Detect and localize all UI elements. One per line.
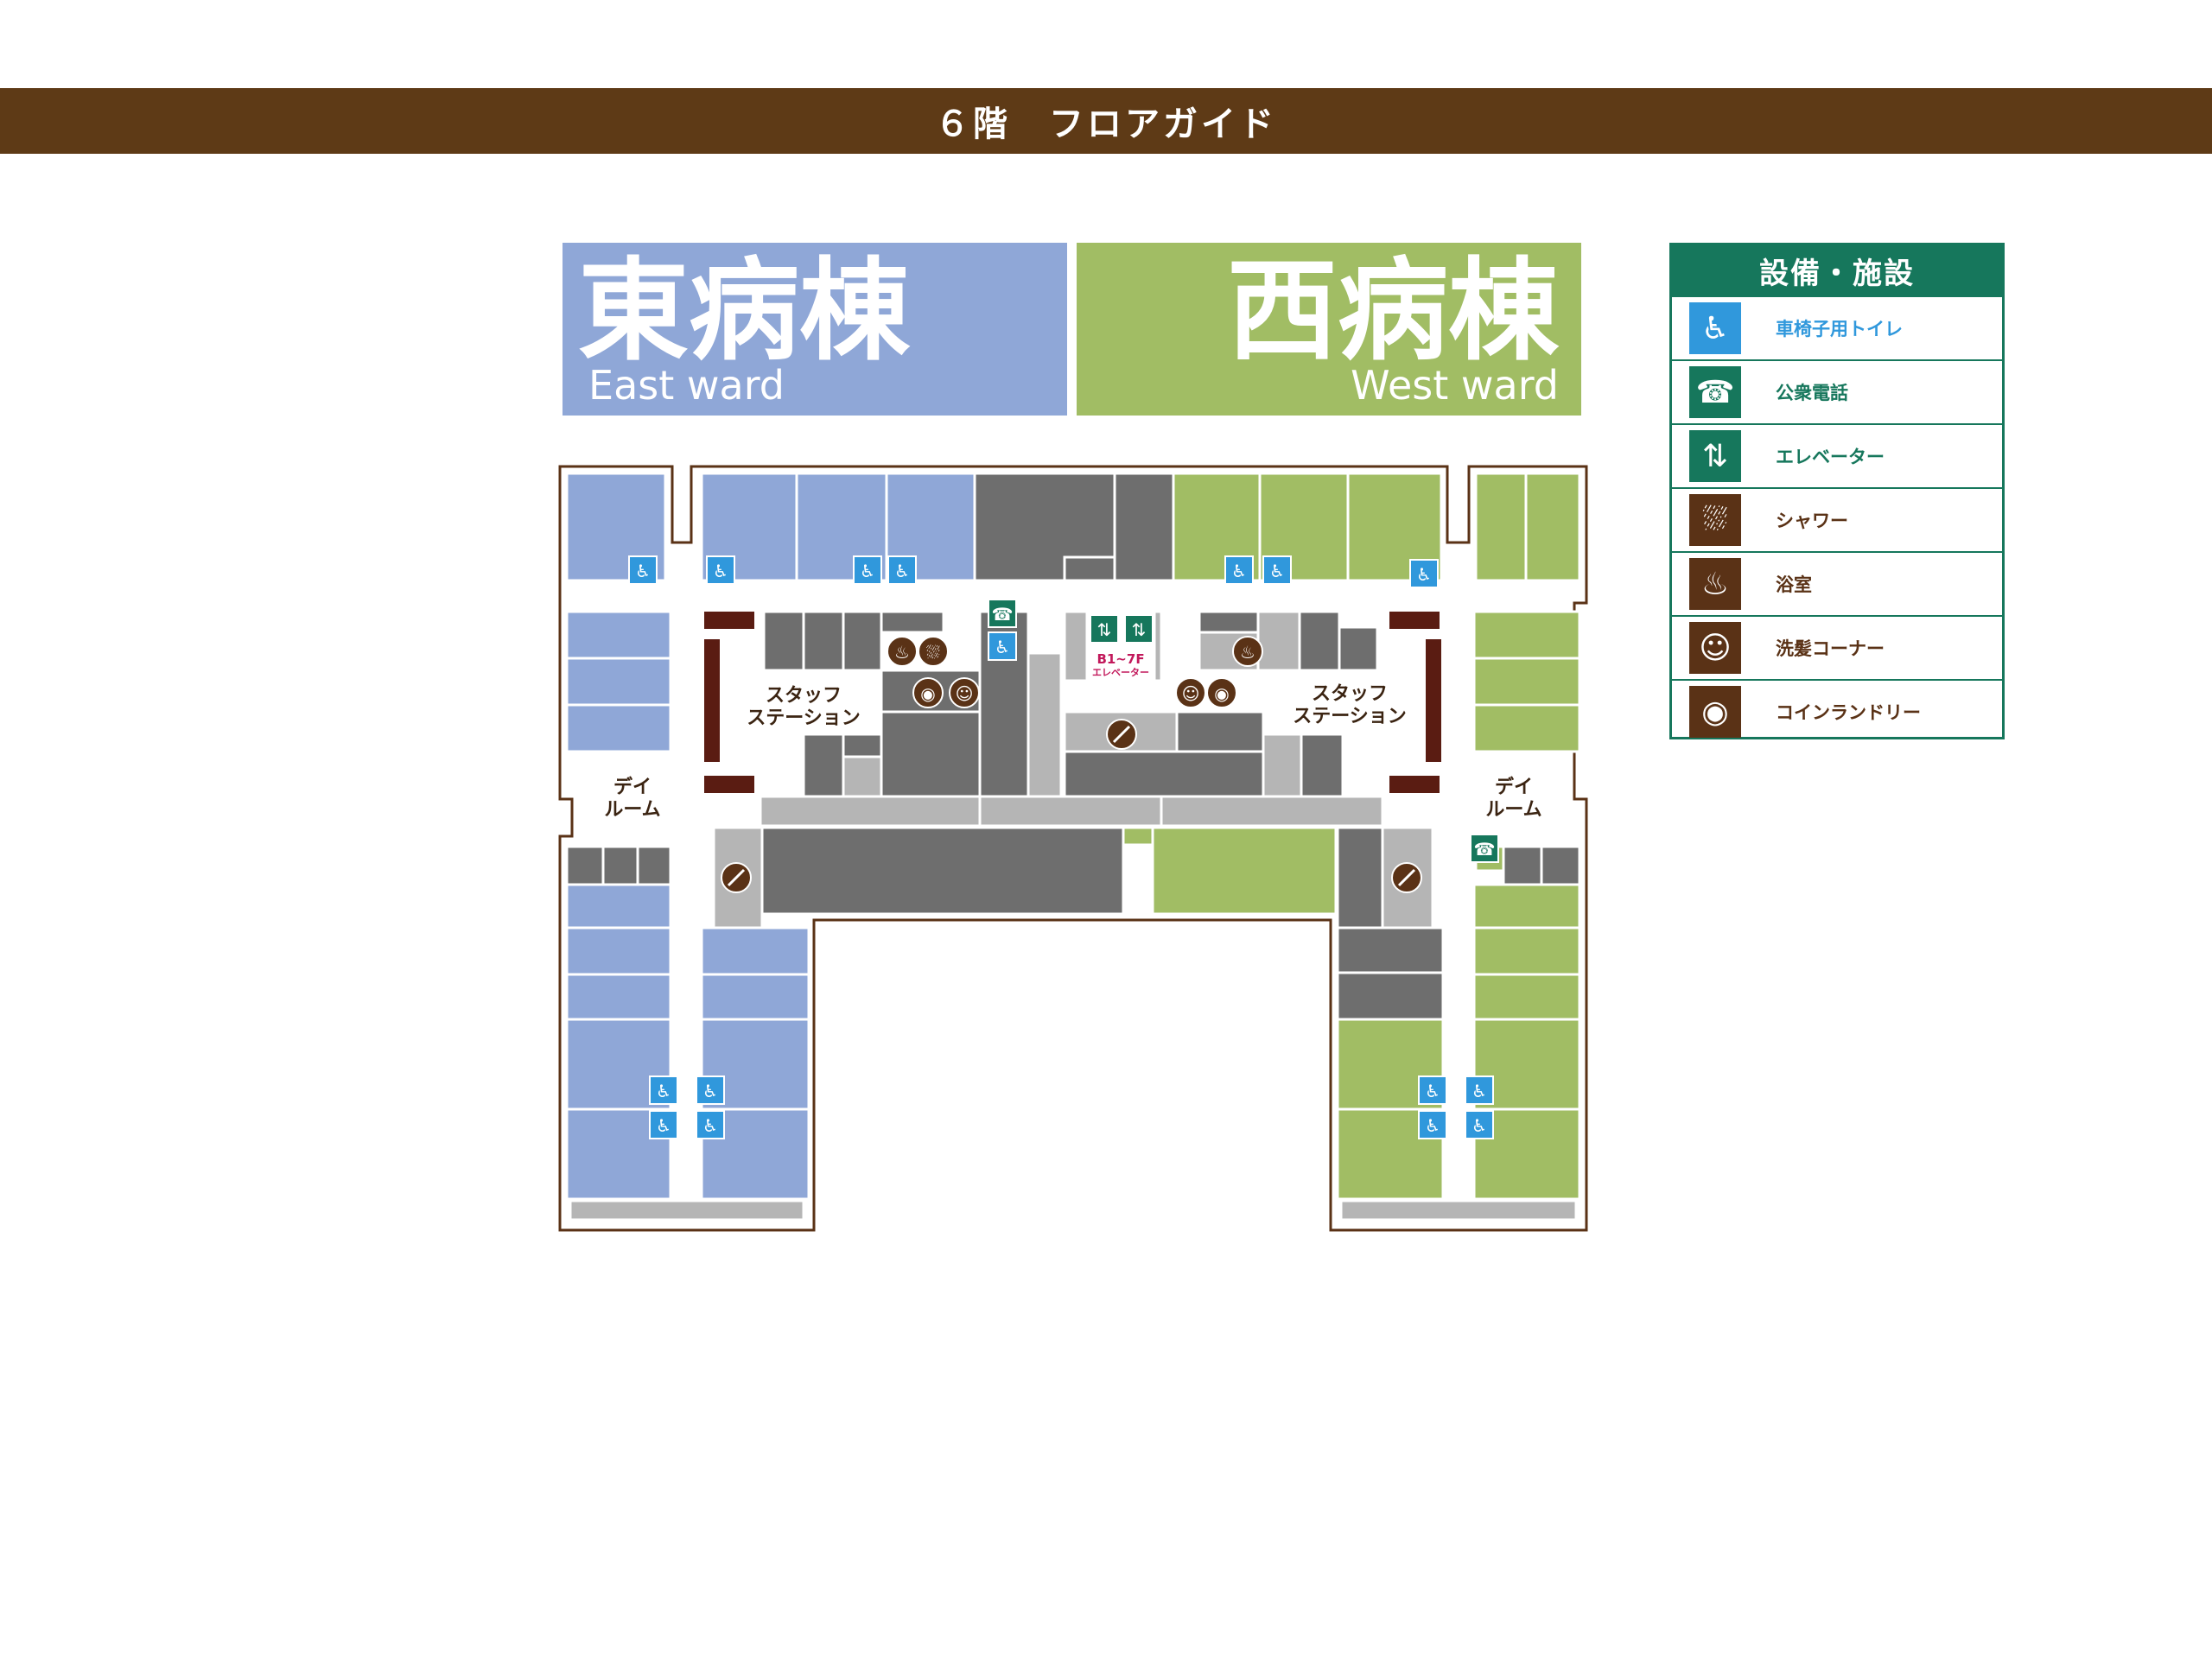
elevator-floors-label: B1~7F (1096, 651, 1144, 667)
west-room (1151, 826, 1338, 916)
dayroom-label: デイ (1495, 776, 1533, 798)
west-balcony (1339, 1199, 1578, 1221)
main-corridor (1160, 795, 1384, 828)
core-room (760, 826, 1125, 916)
hair-wash-icon-glyph: ☺ (1182, 683, 1200, 704)
main-corridor (978, 795, 1163, 828)
east-room (565, 657, 672, 707)
corridor (1256, 610, 1301, 672)
wheelchair-icon-glyph: ♿ (1471, 1081, 1487, 1101)
east-room (565, 973, 672, 1021)
wheelchair-icon-glyph: ♿ (1471, 1115, 1487, 1136)
staff-station-desk (704, 776, 754, 793)
wheelchair-icon-glyph: ♿ (1416, 564, 1432, 585)
east-room (565, 610, 672, 660)
coin-laundry-icon-glyph: ◉ (1214, 683, 1229, 704)
core-room (762, 610, 805, 672)
core-room (1298, 610, 1341, 672)
east-room (565, 703, 672, 753)
floor-map: スタッフステーションスタッフステーションデイルームデイルームB1~7Fエレベータ… (558, 465, 1588, 1232)
dayroom-label: ルーム (1485, 799, 1541, 821)
core-room (601, 845, 639, 886)
east-room (700, 973, 810, 1021)
staff-station-desk (1389, 612, 1440, 629)
west-room (1474, 472, 1528, 582)
east-room (565, 883, 672, 930)
elevator-label: エレベーター (1092, 667, 1149, 678)
west-room (1122, 826, 1154, 847)
wheelchair-icon-glyph: ♿ (1425, 1115, 1440, 1136)
dayroom-label: ルーム (604, 799, 660, 821)
corridor (1027, 651, 1063, 798)
wheelchair-icon-glyph: ♿ (635, 561, 651, 581)
corridor (842, 755, 883, 798)
wheelchair-icon-glyph: ♿ (656, 1115, 671, 1136)
east-room (700, 926, 810, 976)
wheelchair-icon-glyph: ♿ (1231, 561, 1247, 581)
wheelchair-icon-glyph: ♿ (1269, 561, 1285, 581)
wheelchair-icon-glyph: ♿ (713, 561, 728, 581)
core-room (1502, 845, 1543, 886)
bath-icon-glyph: ♨ (1240, 642, 1255, 663)
staff-station-desk (704, 639, 720, 762)
corridor (1262, 733, 1303, 798)
phone-icon-glyph: ☎ (1474, 839, 1496, 860)
elevator-icon-glyph: ⇅ (1132, 619, 1147, 640)
east-balcony (569, 1199, 805, 1221)
core-room (842, 733, 883, 758)
west-room (1524, 472, 1581, 582)
core-room (1338, 625, 1379, 672)
core-room (1175, 710, 1265, 753)
core-room (1336, 971, 1445, 1021)
west-room (1472, 973, 1581, 1021)
core-room (1113, 472, 1175, 582)
staff-station-label: スタッフ (766, 685, 842, 707)
wheelchair-icon-glyph: ♿ (656, 1081, 671, 1101)
core-room (1198, 610, 1260, 634)
core-room (565, 845, 605, 886)
west-room (1472, 883, 1581, 930)
core-room (1063, 555, 1116, 582)
elevator-icon-glyph: ⇅ (1097, 619, 1112, 640)
core-room (1063, 750, 1265, 798)
west-room (1472, 926, 1581, 976)
west-room (1472, 657, 1581, 707)
core-room (880, 710, 983, 798)
hair-wash-icon-glyph: ☺ (956, 683, 974, 704)
wheelchair-icon-glyph: ♿ (894, 561, 910, 581)
core-room (1300, 733, 1344, 798)
east-room (565, 926, 672, 976)
shower-icon-glyph: ⛆ (926, 642, 940, 663)
core-room (842, 610, 883, 672)
wheelchair-icon-glyph: ♿ (1425, 1081, 1440, 1101)
staff-station-label: スタッフ (1312, 683, 1388, 705)
core-room (1540, 845, 1581, 886)
wheelchair-icon-glyph: ♿ (860, 561, 875, 581)
core-room (880, 610, 945, 634)
core-room (802, 610, 845, 672)
staff-station-desk (1426, 639, 1441, 762)
core-room (802, 733, 845, 798)
main-corridor (759, 795, 982, 828)
staff-station-desk (1389, 776, 1440, 793)
core-room (1336, 926, 1445, 974)
bath-icon-glyph: ♨ (894, 642, 910, 663)
staff-station-label: ステーション (1293, 706, 1407, 727)
dayroom-label: デイ (613, 776, 652, 798)
core-room (1336, 826, 1384, 930)
coin-laundry-icon-glyph: ◉ (920, 683, 935, 704)
staff-station-desk (704, 612, 754, 629)
staff-station-label: ステーション (747, 707, 861, 729)
wheelchair-icon-glyph: ♿ (702, 1115, 718, 1136)
west-room (1472, 610, 1581, 660)
wheelchair-icon-glyph: ♿ (702, 1081, 718, 1101)
core-room (636, 845, 672, 886)
phone-icon-glyph: ☎ (992, 604, 1014, 625)
wheelchair-icon-glyph: ♿ (995, 637, 1010, 657)
west-room (1472, 703, 1581, 753)
